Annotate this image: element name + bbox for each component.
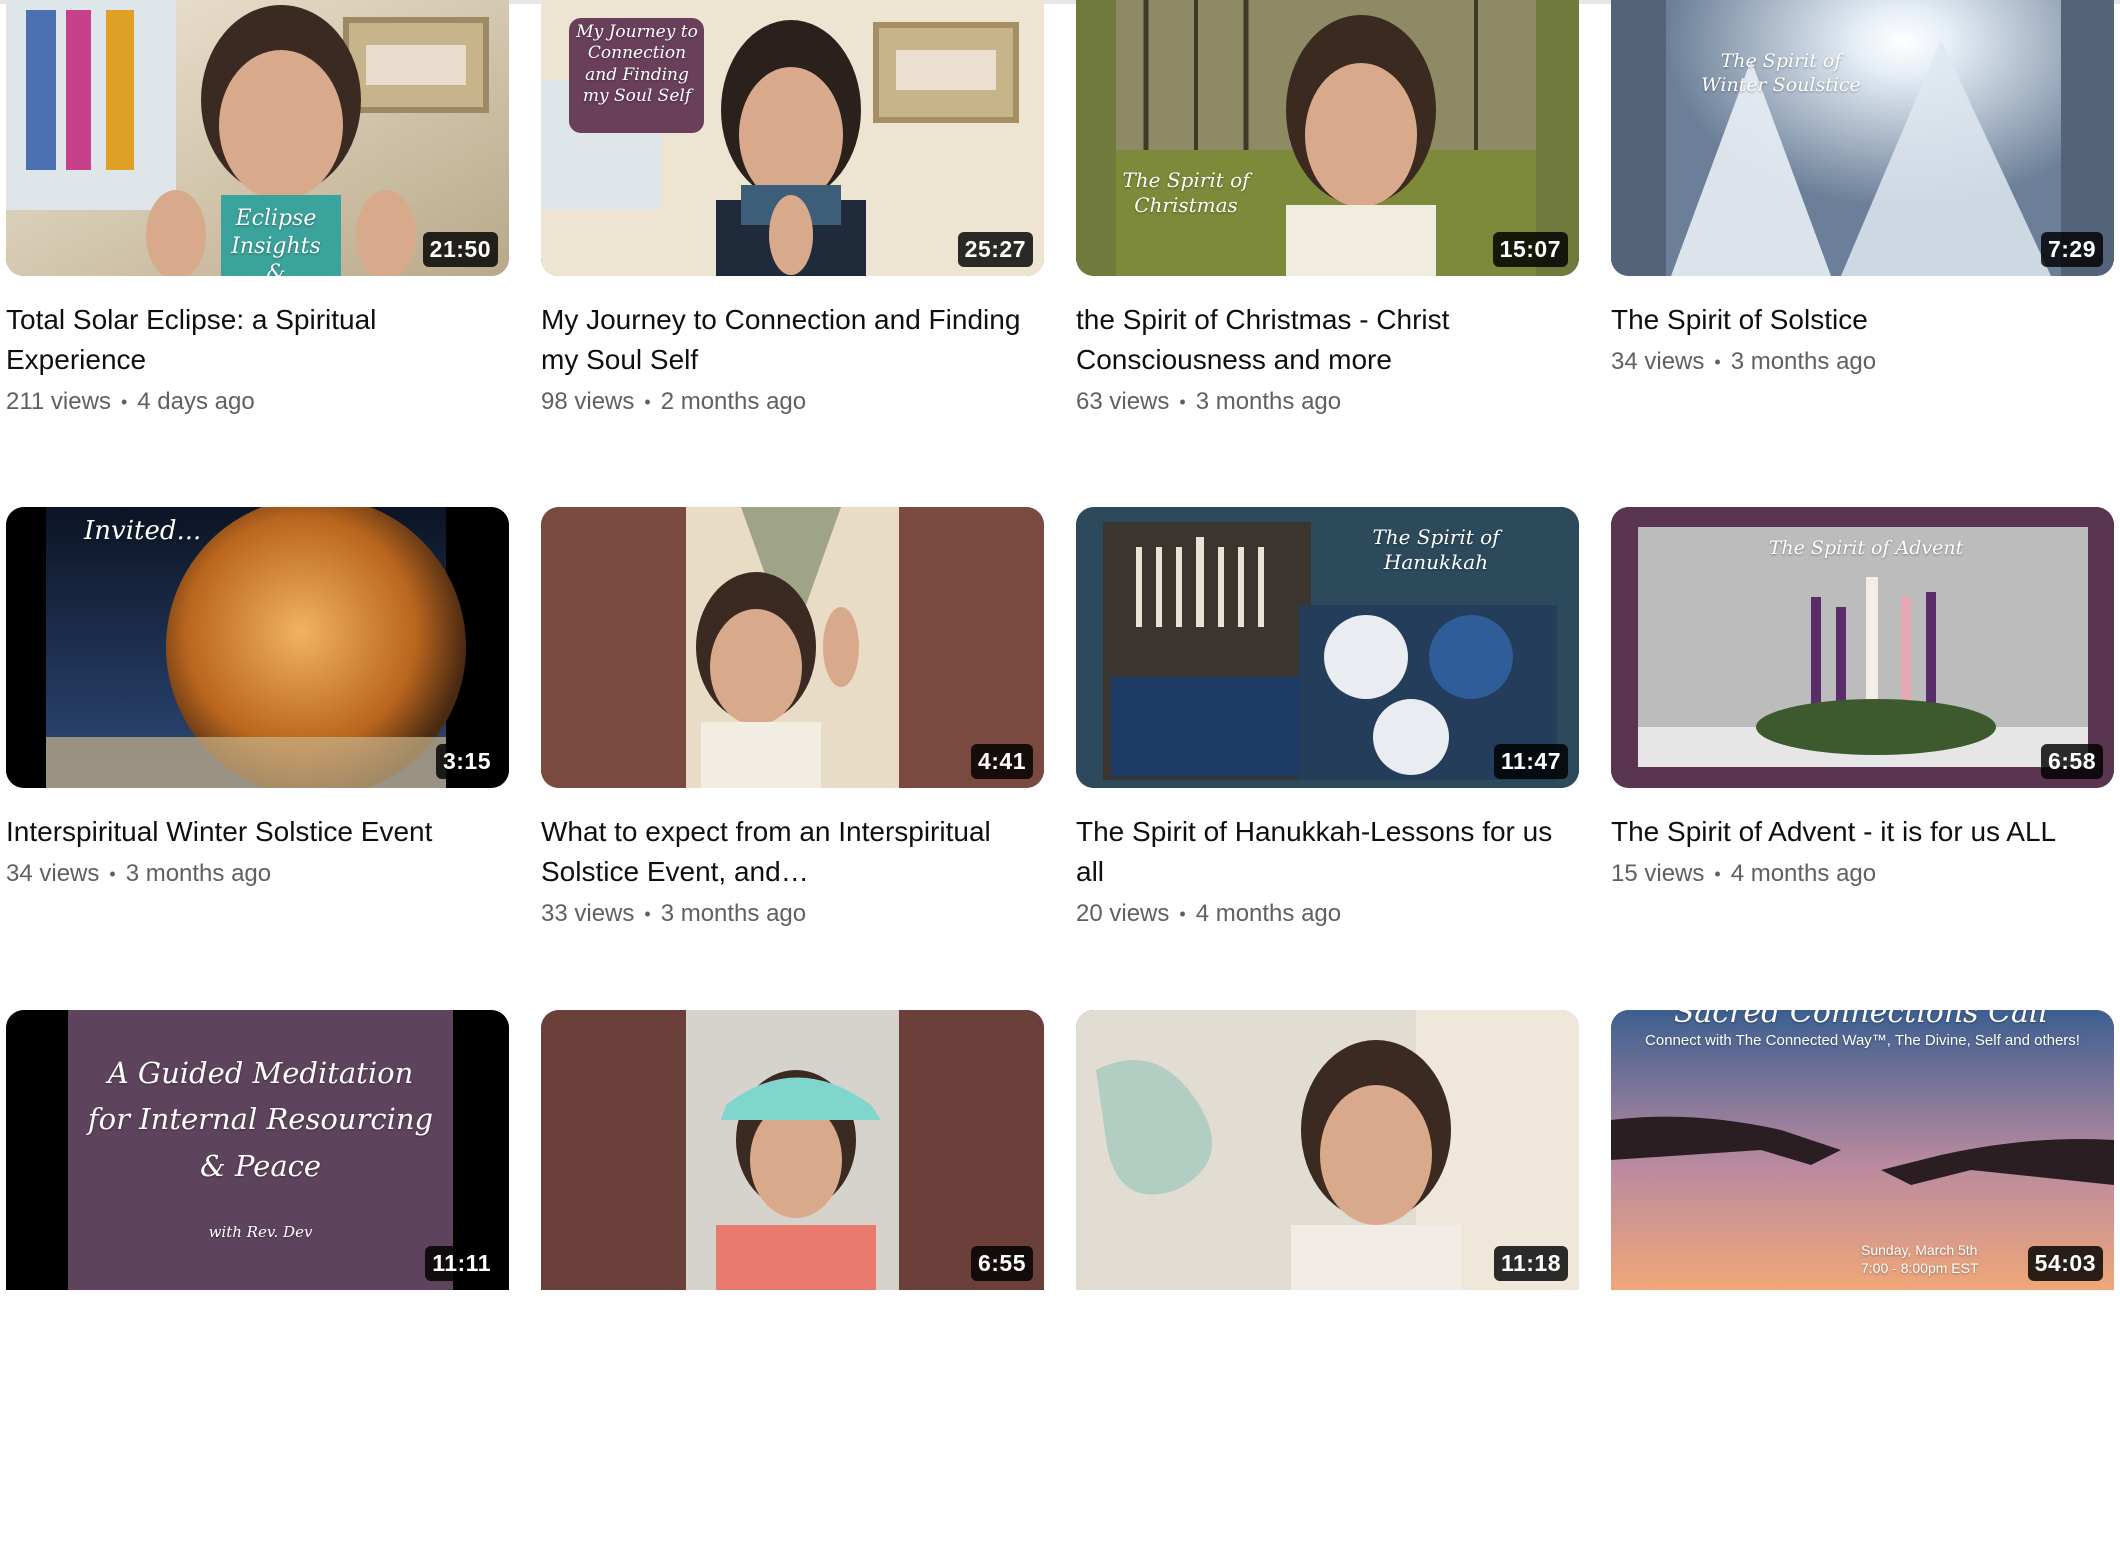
- thumbnail-overlay-subtext: with Rev. Dev: [208, 1223, 313, 1241]
- video-meta: 34 views • 3 months ago: [1611, 348, 2114, 376]
- meta-separator-dot: •: [1179, 391, 1186, 412]
- video-title[interactable]: Interspiritual Winter Solstice Event: [6, 812, 509, 852]
- video-meta: 20 views • 4 months ago: [1076, 900, 1579, 928]
- video-duration-badge: 25:27: [957, 232, 1033, 267]
- video-card[interactable]: The Spirit of Winter Soulstice 7:29 The …: [1611, 0, 2114, 515]
- video-meta: 34 views • 3 months ago: [6, 860, 509, 888]
- thumbnail-overlay-title: Sacred Connections Call: [1673, 1010, 2049, 1030]
- video-duration-badge: 7:29: [2040, 232, 2103, 267]
- video-duration-badge: 6:55: [970, 1246, 1033, 1281]
- video-duration-badge: 11:47: [1493, 744, 1568, 779]
- upload-age: 3 months ago: [125, 860, 272, 887]
- meta-separator-dot: •: [644, 391, 651, 412]
- video-grid: Eclipse Insights & Opportunities 21:50 T…: [6, 0, 2114, 1545]
- video-title[interactable]: The Spirit of Solstice: [1611, 300, 2114, 340]
- video-title[interactable]: What to expect from an Interspiritual So…: [541, 812, 1044, 892]
- upload-age: 4 months ago: [1730, 860, 1877, 887]
- thumbnail-overlay-text: A Guided Meditation for Internal Resourc…: [87, 1056, 434, 1183]
- thumbnail-overlay-text: My Journey to Connection and Finding my …: [576, 22, 698, 106]
- video-duration-badge: 6:58: [2040, 744, 2103, 779]
- thumbnail-image: [541, 1010, 1044, 1290]
- view-count: 15 views: [1611, 860, 1705, 887]
- video-thumbnail[interactable]: 4:41: [541, 507, 1044, 788]
- video-card[interactable]: The Spirit of Advent 6:58 The Spirit of …: [1611, 507, 2114, 1030]
- upload-age: 3 months ago: [1730, 348, 1877, 375]
- video-card[interactable]: Sacred Connections Call Connect with The…: [1611, 1010, 2114, 1545]
- video-meta: 98 views • 2 months ago: [541, 388, 1044, 416]
- video-title[interactable]: My Journey to Connection and Finding my …: [541, 300, 1044, 380]
- meta-separator-dot: •: [1714, 863, 1721, 884]
- video-card[interactable]: The Spirit of Hanukkah 11:47 The Spirit …: [1076, 507, 1579, 1030]
- meta-separator-dot: •: [109, 863, 116, 884]
- thumbnail-overlay-text: The Spirit of Winter Soulstice: [1701, 50, 1861, 96]
- video-thumbnail[interactable]: The Spirit of Advent 6:58: [1611, 507, 2114, 788]
- video-duration-badge: 4:41: [970, 744, 1033, 779]
- video-duration-badge: 15:07: [1492, 232, 1568, 267]
- video-title[interactable]: The Spirit of Hanukkah-Lessons for us al…: [1076, 812, 1579, 892]
- view-count: 63 views: [1076, 388, 1170, 415]
- thumbnail-overlay-subtext: Connect with The Connected Way™, The Div…: [1645, 1032, 2080, 1049]
- thumbnail-image: [6, 507, 509, 788]
- meta-separator-dot: •: [1179, 903, 1186, 924]
- thumbnail-overlay-text: Invited...: [84, 516, 202, 546]
- view-count: 20 views: [1076, 900, 1170, 927]
- video-meta: 211 views • 4 days ago: [6, 388, 509, 416]
- video-meta: 15 views • 4 months ago: [1611, 860, 2114, 888]
- video-meta: 63 views • 3 months ago: [1076, 388, 1579, 416]
- video-card[interactable]: My Journey to Connection and Finding my …: [541, 0, 1044, 515]
- video-card[interactable]: Eclipse Insights & Opportunities 21:50 T…: [6, 0, 509, 515]
- thumbnail-overlay-text: The Spirit of Advent: [1768, 537, 1964, 559]
- video-card[interactable]: 4:41 What to expect from an Interspiritu…: [541, 507, 1044, 1030]
- upload-age: 2 months ago: [660, 388, 807, 415]
- upload-age: 4 days ago: [137, 388, 255, 415]
- upload-age: 3 months ago: [1195, 388, 1342, 415]
- view-count: 98 views: [541, 388, 635, 415]
- video-card[interactable]: Invited... 3:15 Interspiritual Winter So…: [6, 507, 509, 1030]
- video-thumbnail[interactable]: A Guided Meditation for Internal Resourc…: [6, 1010, 509, 1290]
- video-duration-badge: 3:15: [435, 744, 498, 779]
- video-card[interactable]: The Spirit of Christmas 15:07 the Spirit…: [1076, 0, 1579, 515]
- video-card[interactable]: A Guided Meditation for Internal Resourc…: [6, 1010, 509, 1545]
- video-thumbnail[interactable]: The Spirit of Winter Soulstice 7:29: [1611, 0, 2114, 276]
- view-count: 34 views: [6, 860, 100, 887]
- upload-age: 3 months ago: [660, 900, 807, 927]
- video-title[interactable]: The Spirit of Advent - it is for us ALL: [1611, 812, 2114, 852]
- video-title[interactable]: Total Solar Eclipse: a Spiritual Experie…: [6, 300, 509, 380]
- video-thumbnail[interactable]: 6:55: [541, 1010, 1044, 1290]
- view-count: 33 views: [541, 900, 635, 927]
- video-duration-badge: 21:50: [422, 232, 498, 267]
- video-thumbnail[interactable]: Eclipse Insights & Opportunities 21:50: [6, 0, 509, 276]
- view-count: 211 views: [6, 388, 111, 415]
- view-count: 34 views: [1611, 348, 1705, 375]
- meta-separator-dot: •: [644, 903, 651, 924]
- thumbnail-image: [1611, 0, 2114, 276]
- video-meta: 33 views • 3 months ago: [541, 900, 1044, 928]
- video-thumbnail[interactable]: 11:18: [1076, 1010, 1579, 1290]
- thumbnail-overlay-text: The Spirit of Hanukkah: [1372, 525, 1500, 574]
- video-duration-badge: 11:18: [1493, 1246, 1568, 1281]
- video-thumbnail[interactable]: The Spirit of Christmas 15:07: [1076, 0, 1579, 276]
- video-card[interactable]: 6:55: [541, 1010, 1044, 1545]
- thumbnail-image: [541, 507, 1044, 788]
- thumbnail-overlay-text: The Spirit of Christmas: [1122, 168, 1250, 217]
- meta-separator-dot: •: [120, 391, 128, 412]
- video-duration-badge: 11:11: [425, 1246, 498, 1281]
- upload-age: 4 months ago: [1195, 900, 1342, 927]
- thumbnail-overlay-text: Eclipse Insights & Opportunities: [231, 206, 321, 276]
- video-duration-badge: 54:03: [2027, 1246, 2103, 1281]
- thumbnail-overlay-date: Sunday, March 5th 7:00 - 8:00pm EST: [1861, 1242, 1979, 1276]
- video-card[interactable]: 11:18: [1076, 1010, 1579, 1545]
- video-thumbnail[interactable]: Invited... 3:15: [6, 507, 509, 788]
- video-thumbnail[interactable]: The Spirit of Hanukkah 11:47: [1076, 507, 1579, 788]
- video-thumbnail[interactable]: Sacred Connections Call Connect with The…: [1611, 1010, 2114, 1290]
- video-title[interactable]: the Spirit of Christmas - Christ Conscio…: [1076, 300, 1579, 380]
- meta-separator-dot: •: [1714, 351, 1721, 372]
- video-thumbnail[interactable]: My Journey to Connection and Finding my …: [541, 0, 1044, 276]
